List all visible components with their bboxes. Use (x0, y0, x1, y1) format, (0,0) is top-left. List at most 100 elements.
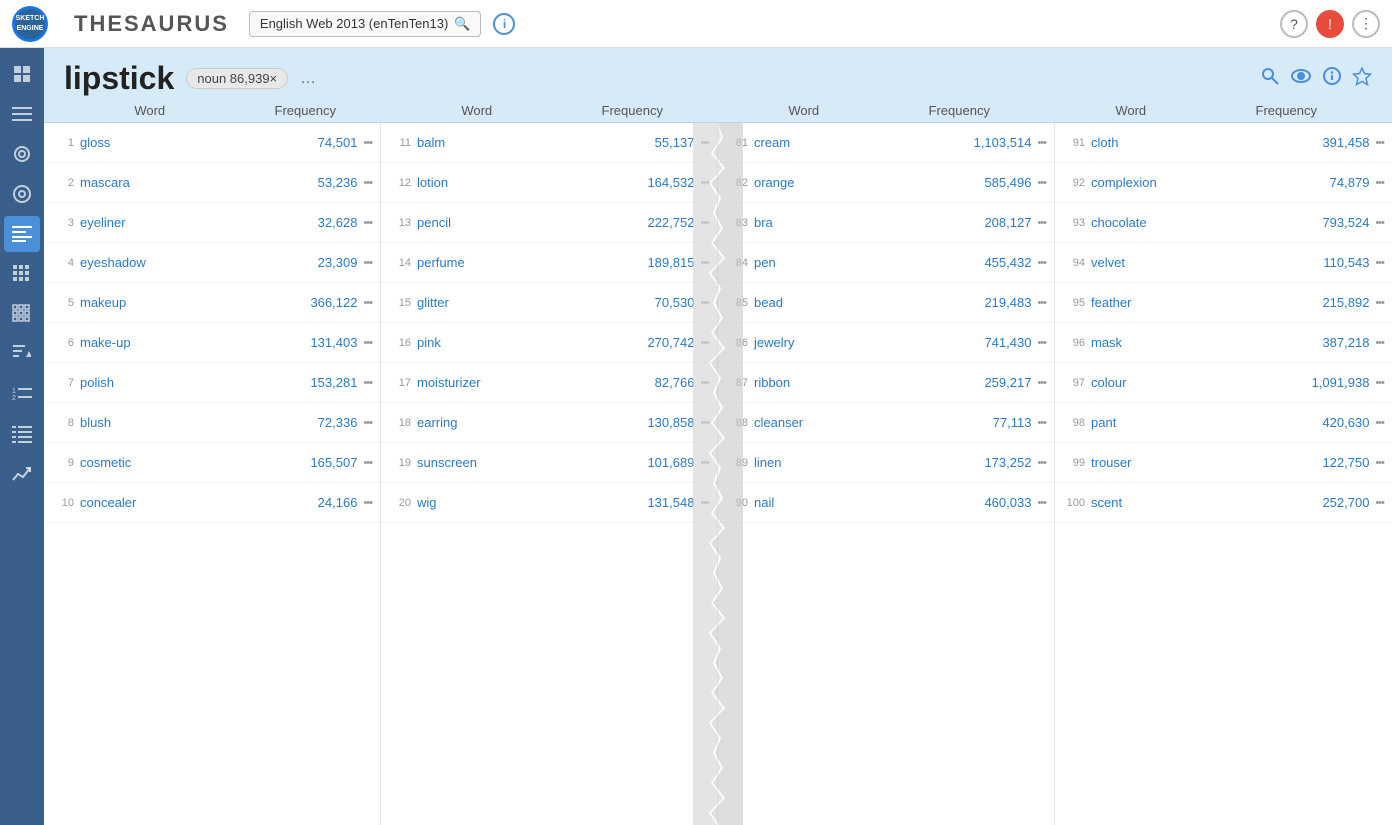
row-more-button[interactable]: ••• (363, 177, 372, 189)
row-word[interactable]: eyeshadow (80, 255, 287, 270)
row-word[interactable]: blush (80, 415, 287, 430)
row-word[interactable]: mascara (80, 175, 287, 190)
row-word[interactable]: polish (80, 375, 287, 390)
row-more-button[interactable]: ••• (363, 217, 372, 229)
row-word[interactable]: trouser (1091, 455, 1299, 470)
row-more-button[interactable]: ••• (700, 457, 709, 469)
row-more-button[interactable]: ••• (1375, 137, 1384, 149)
sidebar-item-numbered-list[interactable]: 1 2 (4, 376, 40, 412)
row-more-button[interactable]: ••• (700, 217, 709, 229)
row-more-button[interactable]: ••• (363, 417, 372, 429)
row-more-button[interactable]: ••• (1375, 257, 1384, 269)
row-word[interactable]: gloss (80, 135, 287, 150)
row-word[interactable]: mask (1091, 335, 1299, 350)
row-word[interactable]: scent (1091, 495, 1299, 510)
row-more-button[interactable]: ••• (1037, 497, 1046, 509)
row-word[interactable]: cosmetic (80, 455, 287, 470)
row-more-button[interactable]: ••• (1037, 257, 1046, 269)
row-word[interactable]: pencil (417, 215, 624, 230)
help-button[interactable]: ? (1280, 10, 1308, 38)
row-more-button[interactable]: ••• (1375, 337, 1384, 349)
sidebar-item-sort[interactable] (4, 336, 40, 372)
row-word[interactable]: pink (417, 335, 624, 350)
row-more-button[interactable]: ••• (1375, 177, 1384, 189)
row-more-button[interactable]: ••• (700, 417, 709, 429)
row-word[interactable]: velvet (1091, 255, 1299, 270)
row-more-button[interactable]: ••• (1037, 177, 1046, 189)
row-more-button[interactable]: ••• (1375, 377, 1384, 389)
row-more-button[interactable]: ••• (363, 297, 372, 309)
row-more-button[interactable]: ••• (363, 497, 372, 509)
row-word[interactable]: orange (754, 175, 961, 190)
row-word[interactable]: sunscreen (417, 455, 624, 470)
sidebar-item-list3[interactable] (4, 416, 40, 452)
row-more-button[interactable]: ••• (1375, 497, 1384, 509)
row-more-button[interactable]: ••• (1375, 457, 1384, 469)
row-word[interactable]: eyeliner (80, 215, 287, 230)
row-word[interactable]: wig (417, 495, 624, 510)
sidebar-item-thesaurus[interactable] (4, 216, 40, 252)
sidebar-item-trend[interactable] (4, 456, 40, 492)
row-word[interactable]: makeup (80, 295, 287, 310)
corpus-selector[interactable]: English Web 2013 (enTenTen13) 🔍 (249, 11, 482, 37)
row-word[interactable]: glitter (417, 295, 624, 310)
sidebar-item-corpus[interactable] (4, 136, 40, 172)
word-more-button[interactable]: … (300, 70, 316, 88)
row-word[interactable]: colour (1091, 375, 1299, 390)
row-more-button[interactable]: ••• (700, 377, 709, 389)
row-word[interactable]: make-up (80, 335, 287, 350)
sidebar-item-grid1[interactable] (4, 256, 40, 292)
sidebar-item-menu[interactable] (4, 96, 40, 132)
row-word[interactable]: concealer (80, 495, 287, 510)
row-word[interactable]: balm (417, 135, 624, 150)
row-word[interactable]: earring (417, 415, 624, 430)
sidebar-item-grid2[interactable] (4, 296, 40, 332)
row-more-button[interactable]: ••• (363, 137, 372, 149)
row-more-button[interactable]: ••• (700, 497, 709, 509)
row-more-button[interactable]: ••• (700, 257, 709, 269)
row-word[interactable]: bead (754, 295, 961, 310)
row-word[interactable]: jewelry (754, 335, 961, 350)
info-header-icon[interactable] (1322, 66, 1342, 91)
row-word[interactable]: pen (754, 255, 961, 270)
row-more-button[interactable]: ••• (363, 457, 372, 469)
row-word[interactable]: cloth (1091, 135, 1299, 150)
row-more-button[interactable]: ••• (1037, 377, 1046, 389)
row-word[interactable]: ribbon (754, 375, 961, 390)
row-more-button[interactable]: ••• (363, 337, 372, 349)
star-header-icon[interactable] (1352, 66, 1372, 91)
row-word[interactable]: cream (754, 135, 961, 150)
search-header-icon[interactable] (1260, 66, 1280, 91)
row-word[interactable]: cleanser (754, 415, 961, 430)
eye-header-icon[interactable] (1290, 68, 1312, 89)
row-word[interactable]: linen (754, 455, 961, 470)
row-word[interactable]: pant (1091, 415, 1299, 430)
row-more-button[interactable]: ••• (1037, 457, 1046, 469)
row-more-button[interactable]: ••• (1037, 337, 1046, 349)
row-more-button[interactable]: ••• (1037, 417, 1046, 429)
sidebar-item-settings[interactable] (4, 176, 40, 212)
row-word[interactable]: lotion (417, 175, 624, 190)
row-word[interactable]: moisturizer (417, 375, 624, 390)
row-word[interactable]: nail (754, 495, 961, 510)
sidebar-item-dashboard[interactable] (4, 56, 40, 92)
row-more-button[interactable]: ••• (363, 377, 372, 389)
row-more-button[interactable]: ••• (700, 337, 709, 349)
row-more-button[interactable]: ••• (700, 137, 709, 149)
row-more-button[interactable]: ••• (1375, 417, 1384, 429)
row-more-button[interactable]: ••• (1037, 217, 1046, 229)
row-word[interactable]: perfume (417, 255, 624, 270)
row-word[interactable]: chocolate (1091, 215, 1299, 230)
row-more-button[interactable]: ••• (700, 297, 709, 309)
row-word[interactable]: feather (1091, 295, 1299, 310)
row-word[interactable]: complexion (1091, 175, 1299, 190)
notification-button[interactable]: ! (1316, 10, 1344, 38)
row-more-button[interactable]: ••• (700, 177, 709, 189)
info-button[interactable]: i (493, 13, 515, 35)
more-nav-button[interactable]: ⋮ (1352, 10, 1380, 38)
row-word[interactable]: bra (754, 215, 961, 230)
row-more-button[interactable]: ••• (1375, 217, 1384, 229)
row-more-button[interactable]: ••• (363, 257, 372, 269)
row-more-button[interactable]: ••• (1037, 137, 1046, 149)
row-more-button[interactable]: ••• (1375, 297, 1384, 309)
